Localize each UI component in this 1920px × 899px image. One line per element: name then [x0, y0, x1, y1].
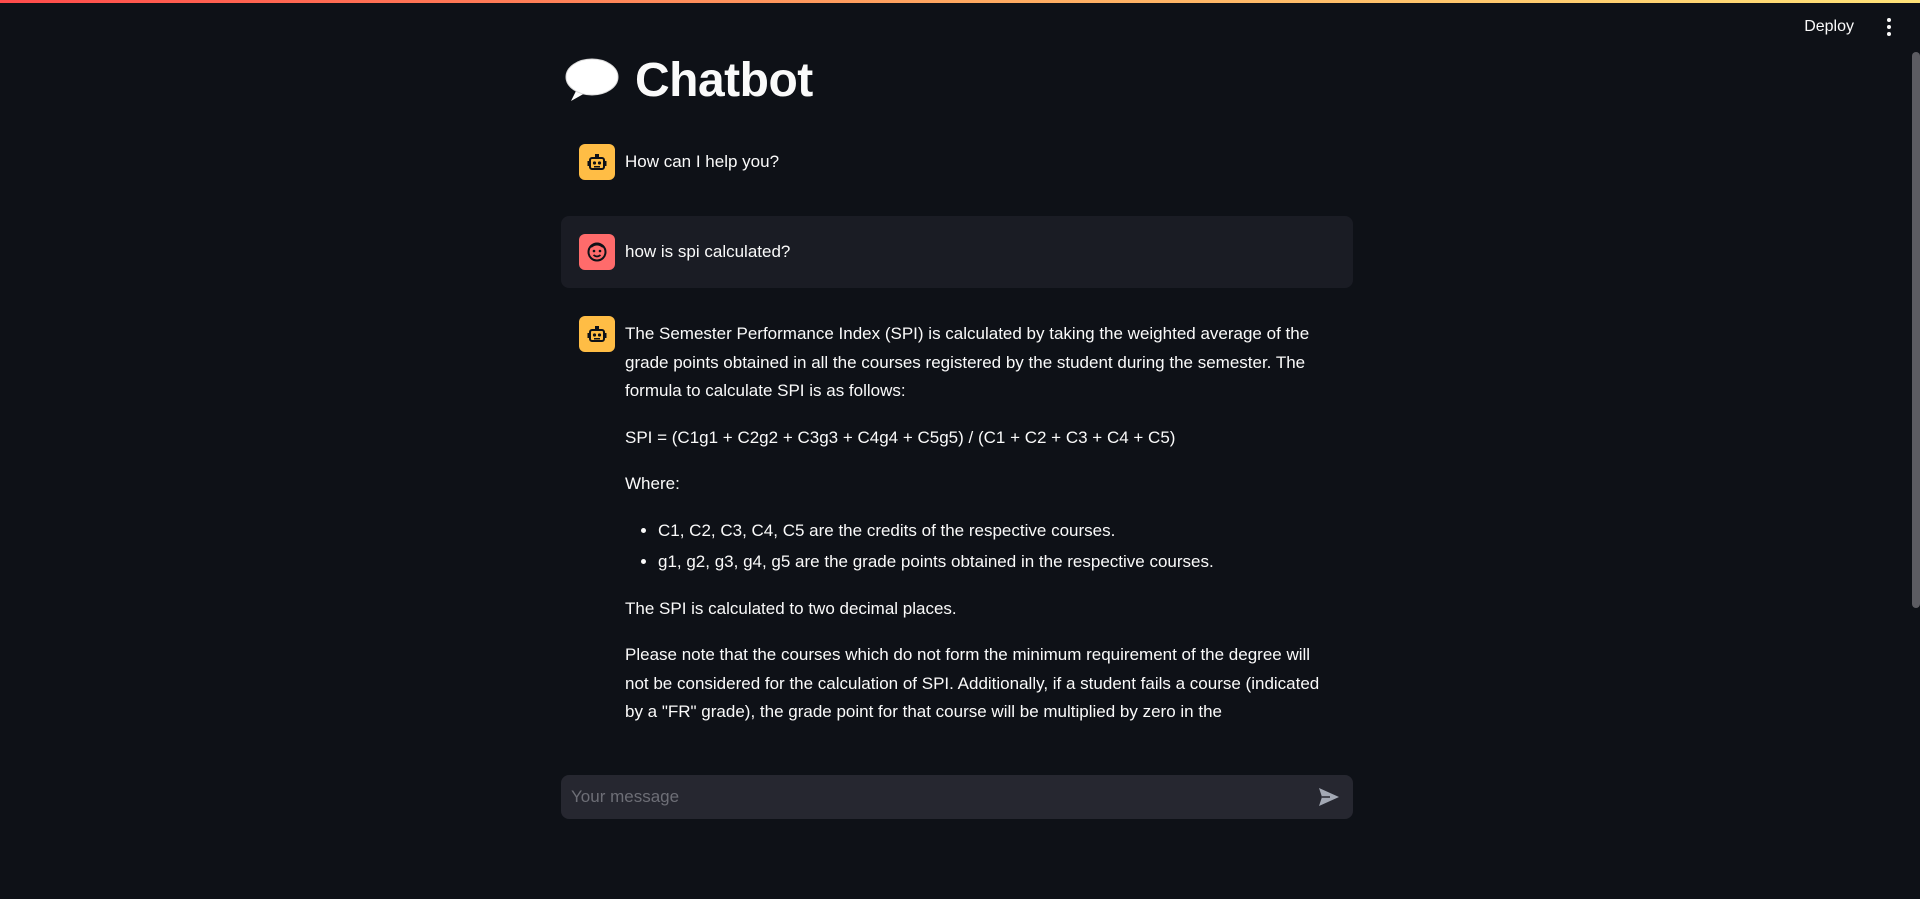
- message-paragraph: How can I help you?: [625, 152, 780, 171]
- robot-icon: [579, 316, 615, 352]
- message-bullet-list: C1, C2, C3, C4, C5 are the credits of th…: [625, 517, 1335, 577]
- message-bullet-item: C1, C2, C3, C4, C5 are the credits of th…: [658, 517, 1335, 546]
- top-decoration-bar: [0, 0, 1920, 3]
- chat-message-list: How can I help you? how is spi calculated…: [561, 126, 1353, 745]
- app-header: Deploy: [1794, 10, 1900, 44]
- kebab-menu-icon[interactable]: [1878, 13, 1900, 41]
- deploy-button[interactable]: Deploy: [1794, 10, 1864, 44]
- scrollbar[interactable]: [1912, 52, 1920, 608]
- smiley-face-icon: [579, 234, 615, 270]
- page-title: Chatbot: [635, 53, 813, 107]
- assistant-chat-message: How can I help you?: [561, 126, 1353, 198]
- chat-input-container: [561, 775, 1353, 819]
- message-body: How can I help you?: [625, 144, 779, 177]
- message-paragraph: Please note that the courses which do no…: [625, 645, 1320, 721]
- message-body: The Semester Performance Index (SPI) is …: [625, 316, 1335, 727]
- message-paragraph: The SPI is calculated to two decimal pla…: [625, 598, 957, 618]
- message-bullet-item: g1, g2, g3, g4, g5 are the grade points …: [658, 548, 1335, 577]
- chat-input[interactable]: [561, 775, 1309, 819]
- message-paragraph: Where:: [625, 474, 680, 493]
- message-paragraph: SPI = (C1g1 + C2g2 + C3g3 + C4g4 + C5g5)…: [625, 427, 1176, 447]
- robot-icon: [579, 144, 615, 180]
- send-arrow-icon[interactable]: [1309, 777, 1349, 817]
- assistant-chat-message: The Semester Performance Index (SPI) is …: [561, 298, 1353, 745]
- message-paragraph: The Semester Performance Index (SPI) is …: [625, 324, 1310, 400]
- message-body: how is spi calculated?: [625, 234, 790, 267]
- speech-balloon-icon: [565, 57, 619, 103]
- page-title-row: Chatbot: [565, 44, 1353, 116]
- message-paragraph: how is spi calculated?: [625, 242, 791, 261]
- main-content: Chatbot How can I help you? how is spi ca…: [561, 44, 1353, 745]
- user-chat-message: how is spi calculated?: [561, 216, 1353, 288]
